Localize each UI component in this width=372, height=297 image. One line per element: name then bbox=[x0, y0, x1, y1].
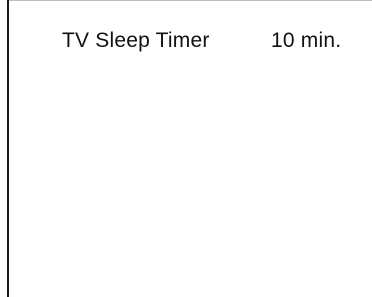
sleep-timer-label: TV Sleep Timer bbox=[62, 29, 210, 52]
sleep-timer-value[interactable]: 10 min. bbox=[271, 27, 341, 55]
sleep-timer-menu-item[interactable]: TV Sleep Timer 10 min. bbox=[62, 27, 362, 55]
